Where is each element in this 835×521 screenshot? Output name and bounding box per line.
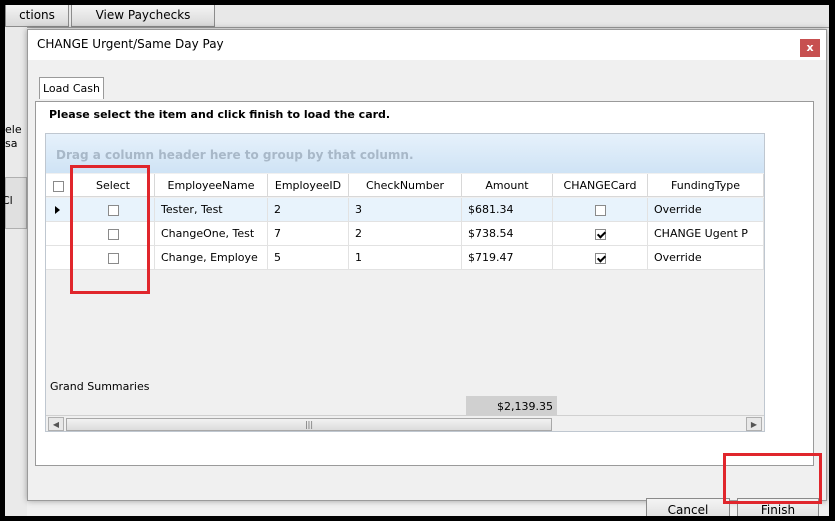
- cell-check-number[interactable]: 1: [349, 246, 462, 270]
- cell-change-card-cell: [553, 198, 648, 222]
- close-button[interactable]: x: [800, 39, 820, 57]
- cell-change-card-checkbox[interactable]: [594, 228, 606, 240]
- group-by-hint: Drag a column header here to group by th…: [56, 148, 414, 162]
- scroll-right-button[interactable]: ▶: [746, 417, 762, 431]
- background-fragment-3: Cl: [5, 194, 13, 207]
- tab-load-cash[interactable]: Load Cash: [39, 77, 104, 99]
- column-header-select[interactable]: Select: [72, 174, 155, 197]
- cell-employee-id[interactable]: 2: [268, 198, 349, 222]
- dialog-title: CHANGE Urgent/Same Day Pay: [37, 37, 224, 51]
- cell-funding-type[interactable]: Override: [648, 246, 764, 270]
- chevron-right-icon: ▶: [750, 420, 758, 429]
- finish-button[interactable]: Finish: [737, 498, 819, 516]
- column-header-check-number[interactable]: CheckNumber: [349, 174, 462, 197]
- dialog-titlebar[interactable]: CHANGE Urgent/Same Day Pay x: [28, 30, 826, 60]
- scroll-left-button[interactable]: ◀: [48, 417, 64, 431]
- row-select-cell: [72, 222, 155, 246]
- dialog-body: Load Cash Please select the item and cli…: [28, 60, 826, 516]
- chevron-left-icon: ◀: [52, 420, 60, 429]
- background-tab-view-paychecks[interactable]: View Paychecks: [71, 5, 215, 27]
- row-indicator[interactable]: [46, 246, 72, 270]
- background-tab-transactions[interactable]: ctions: [5, 5, 69, 27]
- cell-check-number[interactable]: 3: [349, 198, 462, 222]
- cell-employee-id[interactable]: 7: [268, 222, 349, 246]
- column-header-funding-type[interactable]: FundingType: [648, 174, 764, 197]
- cell-employee-id[interactable]: 5: [268, 246, 349, 270]
- grand-summaries-label: Grand Summaries: [50, 380, 150, 393]
- cell-amount[interactable]: $719.47: [462, 246, 553, 270]
- scrollbar-thumb[interactable]: |||: [66, 418, 552, 431]
- background-button[interactable]: Cl: [5, 177, 27, 229]
- instruction-text: Please select the item and click finish …: [49, 108, 391, 121]
- cell-employee-name[interactable]: Tester, Test: [155, 198, 268, 222]
- paycheck-grid: Drag a column header here to group by th…: [45, 133, 765, 432]
- select-all-header[interactable]: [46, 174, 72, 197]
- cancel-button[interactable]: Cancel: [646, 498, 730, 516]
- row-select-checkbox[interactable]: [107, 252, 119, 264]
- cell-change-card-checkbox[interactable]: [594, 204, 606, 216]
- row-select-cell: [72, 246, 155, 270]
- table-row[interactable]: Tester, Test 2 3 $681.34 Override: [46, 198, 764, 222]
- row-indicator[interactable]: [46, 222, 72, 246]
- cell-amount[interactable]: $738.54: [462, 222, 553, 246]
- cell-change-card-checkbox[interactable]: [594, 252, 606, 264]
- background-tab-strip: ctions View Paychecks: [5, 5, 829, 28]
- row-select-checkbox[interactable]: [107, 204, 119, 216]
- column-header-employee-id[interactable]: EmployeeID: [268, 174, 349, 197]
- cell-change-card-cell: [553, 222, 648, 246]
- current-row-arrow-icon: [55, 206, 66, 214]
- column-header-amount[interactable]: Amount: [462, 174, 553, 197]
- horizontal-scrollbar[interactable]: ◀ ||| ▶: [46, 415, 764, 431]
- background-fragment-2: sa: [5, 137, 18, 150]
- table-row[interactable]: ChangeOne, Test 7 2 $738.54 CHANGE Ugent P: [46, 222, 764, 246]
- grip-icon: |||: [304, 420, 314, 429]
- cell-funding-type[interactable]: CHANGE Ugent P: [648, 222, 764, 246]
- cell-funding-type[interactable]: Override: [648, 198, 764, 222]
- cell-check-number[interactable]: 2: [349, 222, 462, 246]
- load-cash-tab-page: Please select the item and click finish …: [35, 101, 814, 466]
- group-by-panel[interactable]: Drag a column header here to group by th…: [46, 134, 764, 173]
- cell-change-card-cell: [553, 246, 648, 270]
- column-header-change-card[interactable]: CHANGECard: [553, 174, 648, 197]
- row-select-cell: [72, 198, 155, 222]
- select-all-checkbox[interactable]: [53, 180, 64, 192]
- column-header-employee-name[interactable]: EmployeeName: [155, 174, 268, 197]
- row-select-checkbox[interactable]: [107, 228, 119, 240]
- row-indicator[interactable]: [46, 198, 72, 222]
- background-side-panel: ele sa Cl: [5, 27, 27, 516]
- cell-employee-name[interactable]: Change, Employe: [155, 246, 268, 270]
- desktop-frame: ctions View Paychecks ele sa Cl CHANGE U…: [5, 5, 829, 516]
- change-urgent-dialog: CHANGE Urgent/Same Day Pay x Load Cash P…: [27, 29, 827, 516]
- background-fragment-1: ele: [5, 123, 22, 136]
- cell-employee-name[interactable]: ChangeOne, Test: [155, 222, 268, 246]
- table-row[interactable]: Change, Employe 5 1 $719.47 Override: [46, 246, 764, 270]
- close-icon: x: [806, 41, 814, 54]
- cell-amount[interactable]: $681.34: [462, 198, 553, 222]
